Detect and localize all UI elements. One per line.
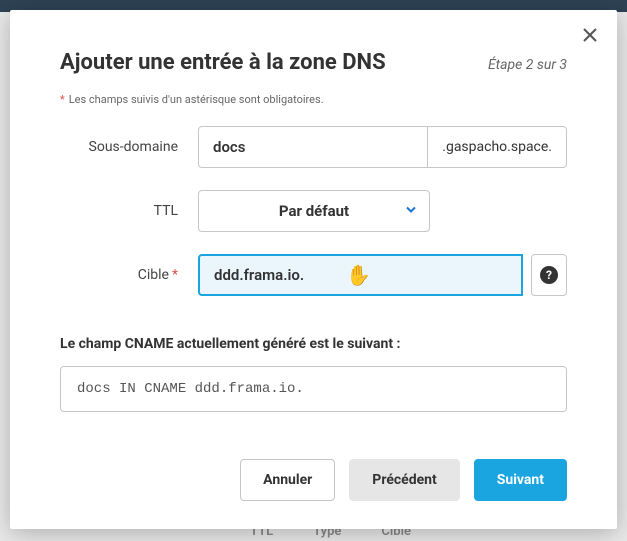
previous-button[interactable]: Précédent — [349, 459, 459, 501]
target-help-button[interactable]: ? — [531, 254, 567, 296]
target-row: Cible* ✋ ? — [60, 254, 567, 296]
step-indicator: Étape 2 sur 3 — [488, 57, 567, 73]
ttl-row: TTL Par défaut — [60, 190, 567, 232]
modal-title: Ajouter une entrée à la zone DNS — [60, 50, 386, 75]
subdomain-row: Sous-domaine .gaspacho.space. — [60, 126, 567, 168]
hand-cursor-icon: ✋ — [346, 263, 371, 287]
generated-cname-value: docs IN CNAME ddd.frama.io. — [60, 366, 567, 412]
subdomain-label: Sous-domaine — [60, 139, 198, 155]
asterisk-icon: * — [172, 267, 178, 283]
generated-cname-label: Le champ CNAME actuellement généré est l… — [60, 336, 567, 352]
dns-entry-modal: Ajouter une entrée à la zone DNS Étape 2… — [10, 10, 617, 529]
close-icon — [582, 27, 598, 43]
close-button[interactable] — [579, 24, 601, 46]
ttl-label: TTL — [60, 203, 198, 219]
subdomain-input[interactable] — [198, 126, 428, 168]
help-icon: ? — [540, 266, 558, 284]
asterisk-icon: * — [60, 93, 65, 106]
next-button[interactable]: Suivant — [474, 459, 567, 501]
target-label: Cible* — [60, 267, 198, 283]
cancel-button[interactable]: Annuler — [240, 459, 335, 501]
modal-footer: Annuler Précédent Suivant — [60, 459, 567, 501]
domain-suffix: .gaspacho.space. — [428, 126, 567, 168]
modal-header: Ajouter une entrée à la zone DNS Étape 2… — [60, 50, 567, 75]
ttl-select[interactable]: Par défaut — [198, 190, 430, 232]
required-fields-note: *Les champs suivis d'un astérisque sont … — [60, 93, 567, 106]
